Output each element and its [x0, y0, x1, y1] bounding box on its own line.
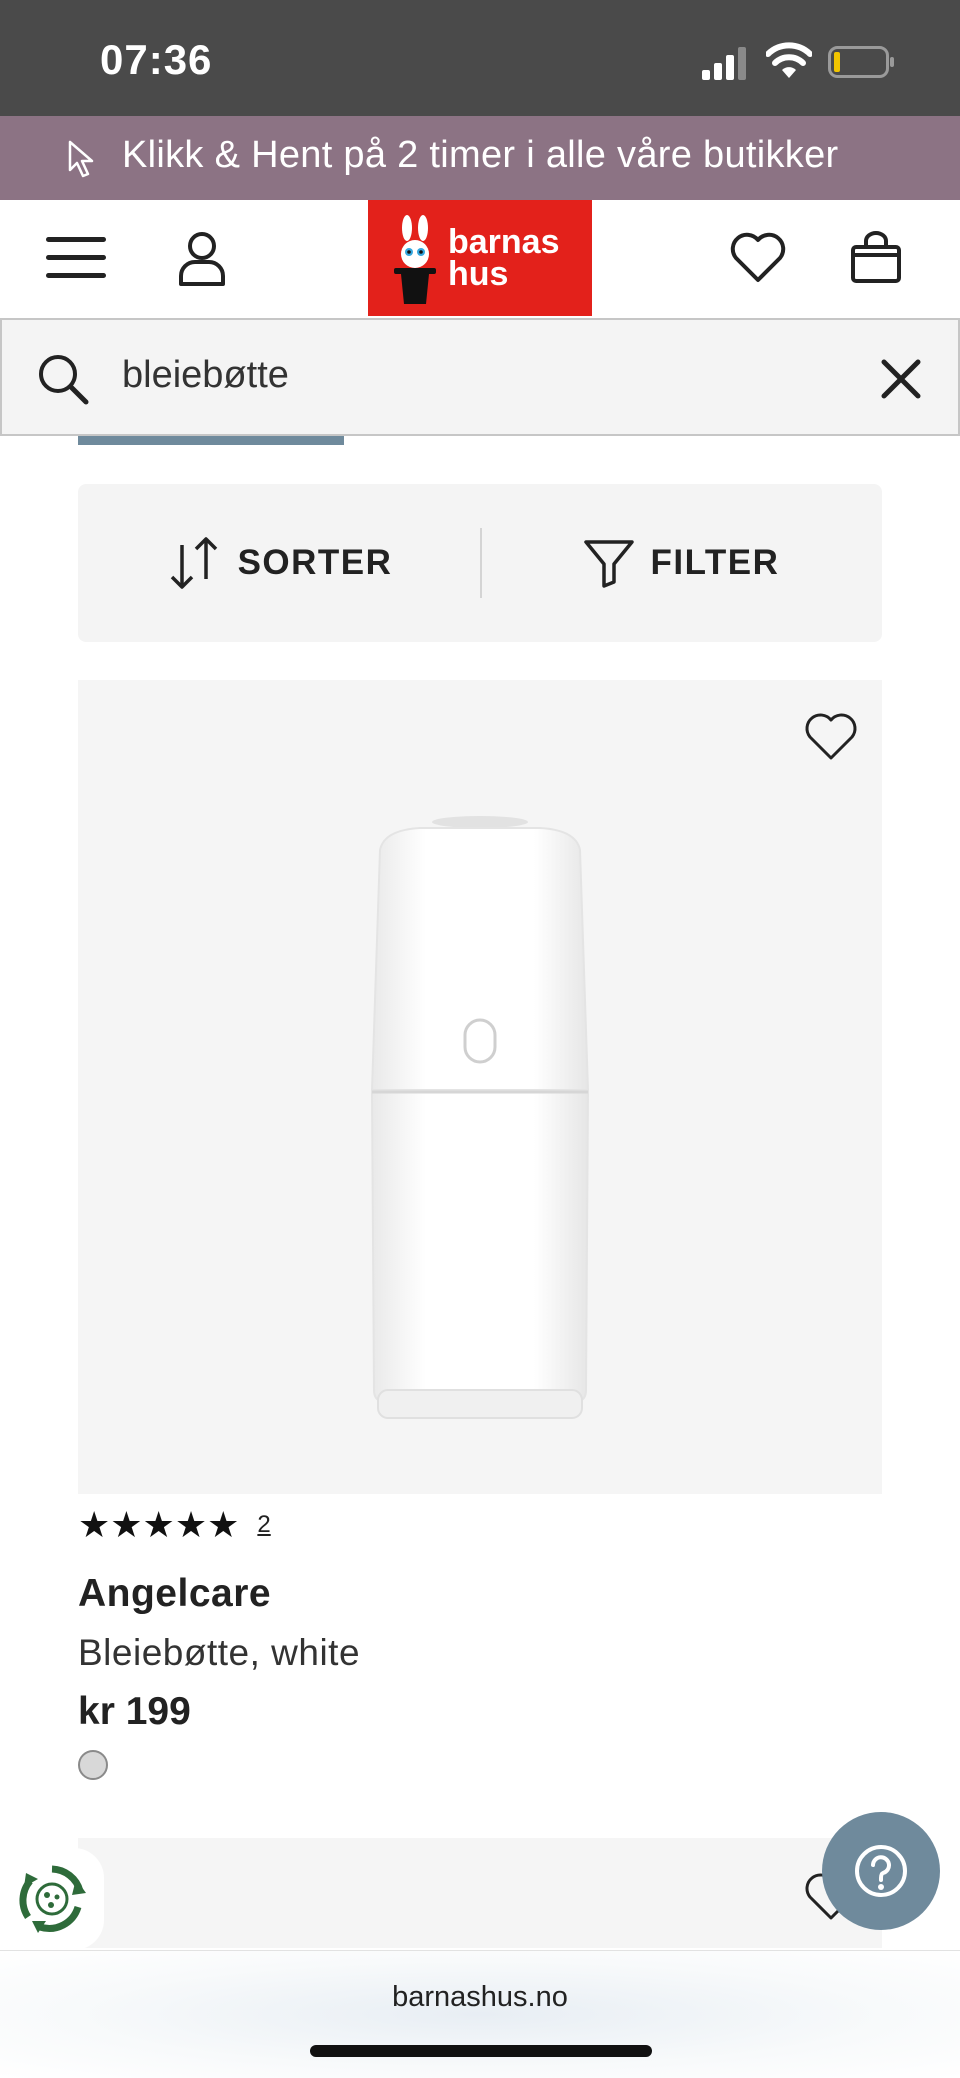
heart-icon[interactable] [802, 710, 860, 764]
logo-line-1: barnas [448, 223, 560, 261]
search-icon [39, 355, 89, 405]
status-time: 07:36 [100, 36, 213, 83]
browser-url-bar[interactable]: barnashus.no [0, 1950, 960, 2078]
active-tab-indicator [78, 436, 344, 445]
color-swatch[interactable] [78, 1750, 108, 1780]
sort-filter-bar: SORTER FILTER [78, 484, 882, 642]
recycle-eco-icon [19, 1865, 86, 1933]
wishlist-button[interactable] [718, 218, 798, 298]
shopping-bag-icon [851, 231, 901, 283]
wifi-icon [766, 42, 812, 78]
sort-button[interactable]: SORTER [78, 484, 480, 642]
product-price: kr 199 [78, 1690, 191, 1733]
product-brand[interactable]: Angelcare [78, 1572, 271, 1616]
user-icon [179, 232, 225, 286]
search-bar[interactable]: bleiebøtte [0, 318, 960, 436]
rabbit-in-hat-logo-icon [394, 215, 436, 304]
help-button[interactable] [822, 1812, 940, 1930]
logo-line-2: hus [448, 255, 509, 293]
home-indicator[interactable] [310, 2045, 652, 2057]
question-mark-icon [855, 1845, 907, 1897]
filter-funnel-icon [583, 540, 634, 588]
cursor-pointer-icon [68, 140, 94, 178]
product-rating[interactable]: ★★★★★ 2 [78, 1504, 271, 1546]
site-header: barnas hus [0, 200, 960, 316]
cellular-signal-icon [702, 47, 746, 80]
heart-icon [730, 232, 786, 282]
account-button[interactable] [162, 218, 242, 298]
rating-stars: ★★★★★ [78, 1504, 240, 1545]
hamburger-menu-icon [46, 237, 106, 278]
product-name[interactable]: Bleiebøtte, white [78, 1632, 360, 1674]
barnashus-logo[interactable]: barnas hus [368, 200, 592, 316]
close-icon[interactable] [878, 356, 924, 402]
menu-button[interactable] [36, 218, 116, 298]
url-text[interactable]: barnashus.no [0, 1981, 960, 2014]
eco-badge[interactable] [0, 1848, 104, 1950]
search-input[interactable]: bleiebøtte [122, 354, 289, 397]
cart-button[interactable] [836, 218, 916, 298]
page: 07:36 Klikk & Hent på 2 timer i alle vår… [0, 0, 960, 2078]
promo-banner[interactable]: Klikk & Hent på 2 timer i alle våre buti… [0, 116, 960, 200]
sort-arrows-icon [170, 537, 217, 589]
filter-label: FILTER [650, 543, 780, 582]
battery-low-icon [828, 46, 894, 78]
product-image[interactable] [78, 1838, 882, 1948]
review-count-link[interactable]: 2 [257, 1511, 270, 1539]
promo-text: Klikk & Hent på 2 timer i alle våre buti… [122, 134, 839, 176]
filter-button[interactable]: FILTER [480, 484, 882, 642]
status-bar: 07:36 [0, 0, 960, 116]
logo-wordmark: barnas hus [448, 223, 560, 293]
diaper-bin-product-image [370, 816, 590, 1419]
sort-label: SORTER [237, 543, 393, 582]
